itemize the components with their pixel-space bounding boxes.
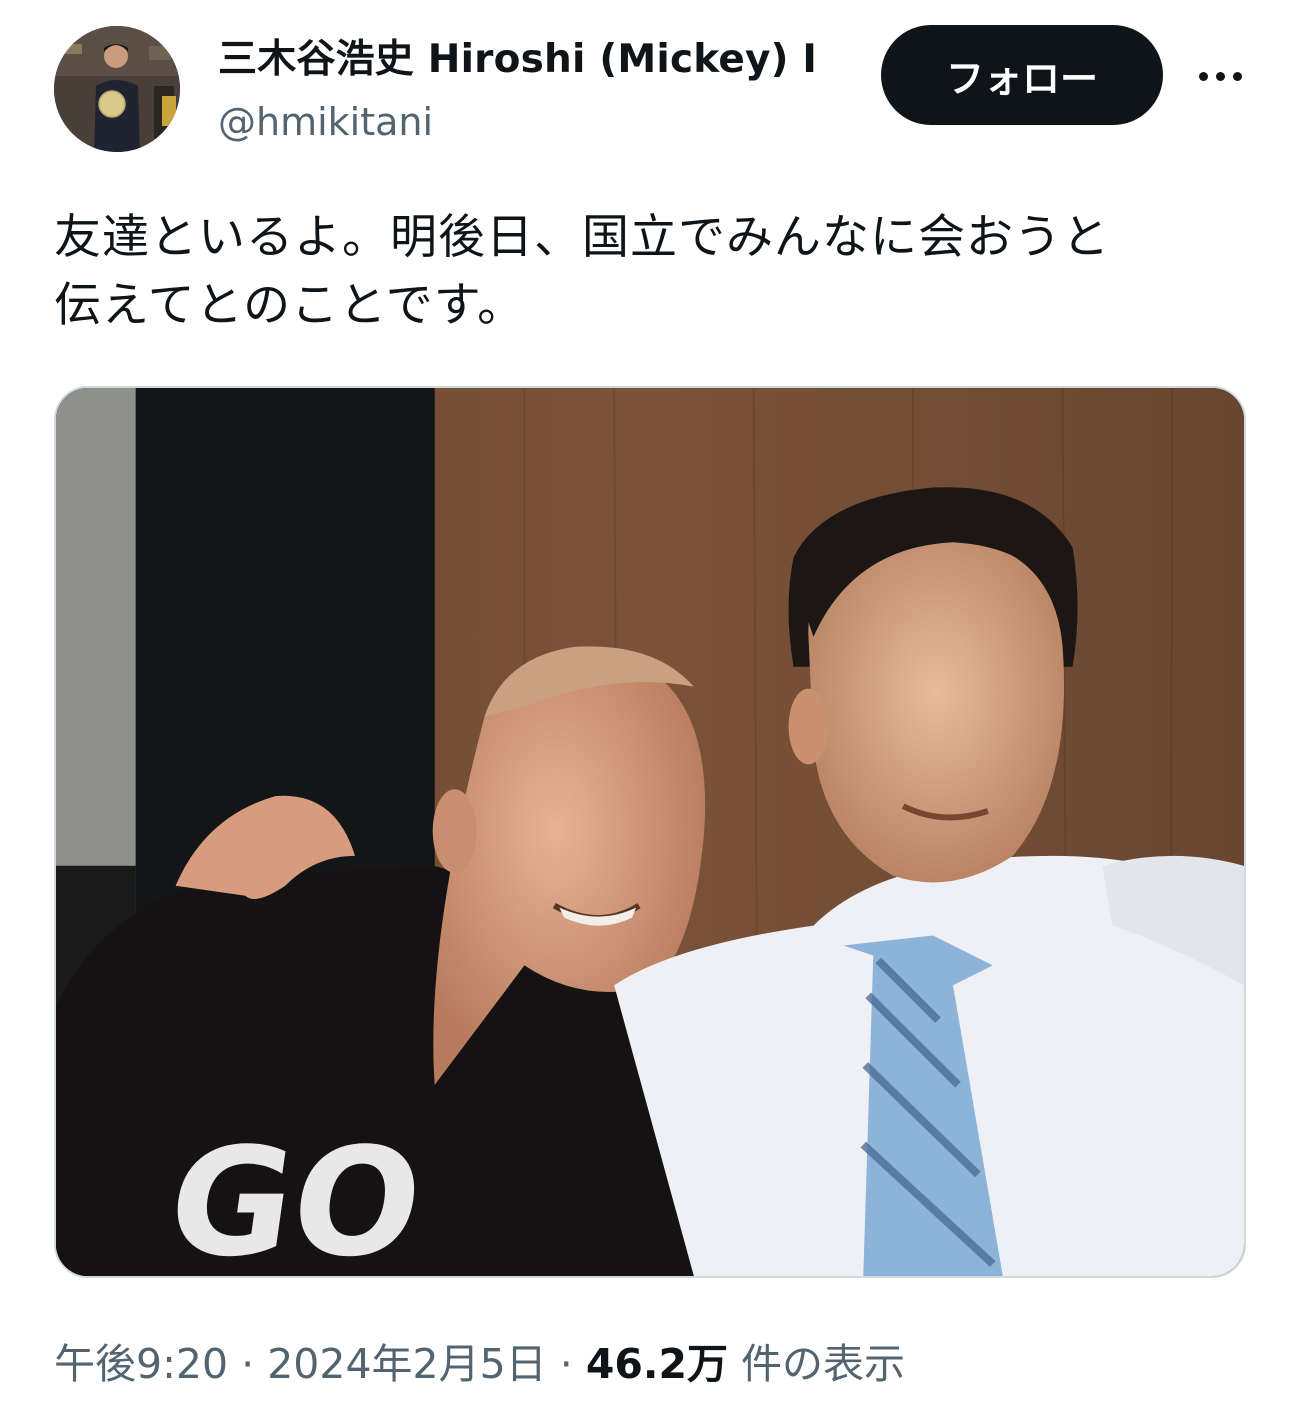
author-display-name[interactable]: 三木谷浩史 Hiroshi (Mickey) I — [218, 34, 858, 86]
tweet-time[interactable]: 午後9:20 — [54, 1340, 228, 1388]
tweet-date[interactable]: 2024年2月5日 — [267, 1340, 547, 1388]
tweet-meta: 午後9:20 · 2024年2月5日 · 46.2万 件の表示 — [54, 1334, 905, 1394]
profile-photo-icon — [54, 26, 180, 152]
follow-button[interactable]: フォロー — [881, 25, 1163, 125]
views-count: 46.2万 — [585, 1340, 728, 1388]
author-handle[interactable]: @hmikitani — [218, 98, 433, 146]
svg-text:GO: GO — [158, 1117, 432, 1276]
more-dots-icon — [1198, 71, 1208, 81]
photo-image-icon: GO — [56, 388, 1244, 1276]
more-options-button[interactable] — [1190, 48, 1250, 104]
tweet-header: 三木谷浩史 Hiroshi (Mickey) I @hmikitani フォロー — [0, 0, 1300, 160]
more-dots-icon — [1215, 71, 1225, 81]
tweet-text: 友達といるよ。明後日、国立でみんなに会おうと 伝えてとのことです。 — [54, 210, 1110, 333]
more-dots-icon — [1232, 71, 1242, 81]
tweet-media-photo[interactable]: GO — [54, 386, 1246, 1278]
meta-separator: · — [546, 1340, 586, 1388]
meta-separator: · — [228, 1340, 268, 1388]
author-avatar[interactable] — [54, 26, 180, 152]
views-label: 件の表示 — [727, 1340, 906, 1388]
